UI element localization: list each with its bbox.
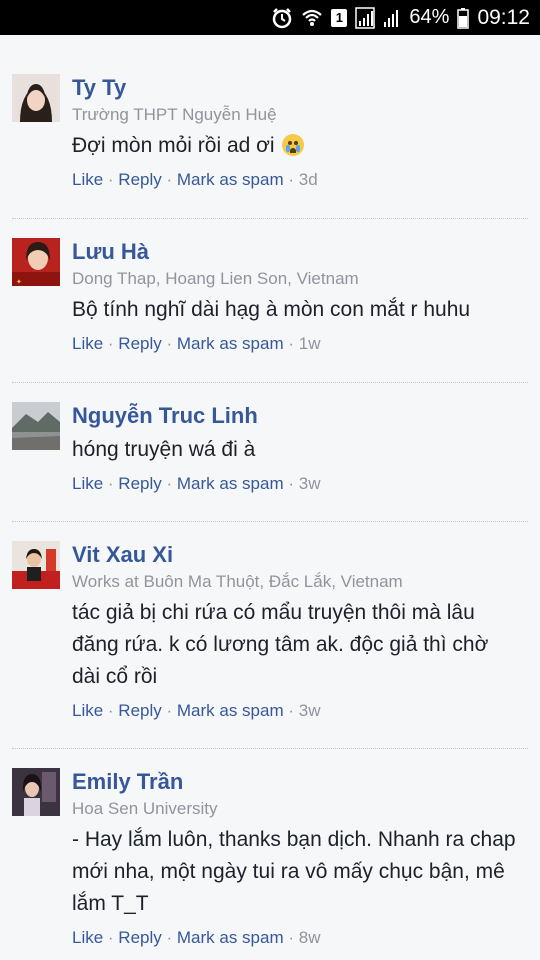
avatar[interactable] [12,768,60,816]
comment-actions: Like · Reply · Mark as spam · 1w [72,334,522,354]
comment-actions: Like · Reply · Mark as spam · 8w [72,928,522,948]
separator: · [283,701,299,720]
comment-divider [12,382,528,383]
signal-icon-sim1 [355,6,376,29]
mark-as-spam-link[interactable]: Mark as spam [177,170,284,189]
separator: · [103,928,119,947]
avatar[interactable] [12,402,60,450]
avatar[interactable]: ✦ [12,238,60,286]
comment-time[interactable]: 3d [299,170,318,189]
comment-time[interactable]: 1w [299,334,321,353]
comment-text: Bộ tính nghĩ dài hạg à mòn con mắt r huh… [72,298,471,321]
commenter-name[interactable]: Lưu Hà [72,238,522,266]
comment-time[interactable]: 8w [299,928,321,947]
commenter-name[interactable]: Nguyễn Truc Linh [72,402,522,430]
status-icons: 1 64% 09:12 [271,0,530,35]
separator: · [283,474,299,493]
comments-list: Ty Ty Trường THPT Nguyễn Huệ Đợi mòn mỏi… [0,35,540,960]
clock: 09:12 [477,5,530,29]
separator: · [103,170,119,189]
commenter-name[interactable]: Vit Xau Xi [72,541,522,569]
comment-actions: Like · Reply · Mark as spam · 3d [72,170,522,190]
comment-body: Nguyễn Truc Linh hóng truyện wá đi à Lik… [72,402,522,494]
comment-actions: Like · Reply · Mark as spam · 3w [72,701,522,721]
comment-body: Ty Ty Trường THPT Nguyễn Huệ Đợi mòn mỏi… [72,74,522,190]
status-bar: 1 64% 09:12 [0,0,540,35]
like-link[interactable]: Like [72,928,103,947]
comment-divider [12,218,528,219]
comment-body: Vit Xau Xi Works at Buôn Ma Thuột, Đắc L… [72,541,522,721]
separator: · [283,170,299,189]
like-link[interactable]: Like [72,474,103,493]
svg-text:✦: ✦ [16,278,22,286]
sim-slot-badge: 1 [331,8,348,27]
wifi-icon [301,7,323,29]
separator: · [103,474,119,493]
separator: · [161,334,177,353]
commenter-meta: Dong Thap, Hoang Lien Son, Vietnam [72,269,359,288]
avatar[interactable] [12,74,60,122]
separator: · [103,701,119,720]
reply-link[interactable]: Reply [118,170,161,189]
comment-text-content: Đợi mòn mỏi rồi ad ơi [72,134,275,157]
commenter-name[interactable]: Emily Trần [72,768,522,796]
reply-link[interactable]: Reply [118,334,161,353]
comment-body: Lưu Hà Dong Thap, Hoang Lien Son, Vietna… [72,238,522,354]
separator: · [103,334,119,353]
comment-text: tác giả bị chi rứa có mẩu truyện thôi mà… [72,601,489,688]
comment-divider [12,521,528,522]
mark-as-spam-link[interactable]: Mark as spam [177,474,284,493]
crying-face-icon [282,134,305,156]
battery-percent: 64% [409,6,450,28]
comment-text: - Hay lắm luôn, thanks bạn dịch. Nhanh r… [72,828,516,915]
battery-icon [457,7,470,29]
signal-icon-sim2 [383,7,401,29]
like-link[interactable]: Like [72,701,103,720]
mark-as-spam-link[interactable]: Mark as spam [177,928,284,947]
separator: · [283,928,299,947]
comment-divider [12,748,528,749]
comment-body: Emily Trần Hoa Sen University - Hay lắm … [72,768,522,948]
like-link[interactable]: Like [72,334,103,353]
separator: · [161,474,177,493]
commenter-meta: Hoa Sen University [72,799,218,818]
avatar[interactable] [12,541,60,589]
mark-as-spam-link[interactable]: Mark as spam [177,334,284,353]
reply-link[interactable]: Reply [118,701,161,720]
comment-text: hóng truyện wá đi à [72,438,256,461]
commenter-name[interactable]: Ty Ty [72,74,522,102]
comment-actions: Like · Reply · Mark as spam · 3w [72,474,522,494]
reply-link[interactable]: Reply [118,928,161,947]
comment-time[interactable]: 3w [299,474,321,493]
reply-link[interactable]: Reply [118,474,161,493]
mark-as-spam-link[interactable]: Mark as spam [177,701,284,720]
commenter-meta: Trường THPT Nguyễn Huệ [72,105,277,124]
commenter-meta: Works at Buôn Ma Thuột, Đắc Lắk, Vietnam [72,572,403,591]
comment-time[interactable]: 3w [299,701,321,720]
comment-text: Đợi mòn mỏi rồi ad ơi [72,130,522,162]
separator: · [161,170,177,189]
alarm-icon [271,7,293,29]
separator: · [161,701,177,720]
separator: · [283,334,299,353]
separator: · [161,928,177,947]
like-link[interactable]: Like [72,170,103,189]
